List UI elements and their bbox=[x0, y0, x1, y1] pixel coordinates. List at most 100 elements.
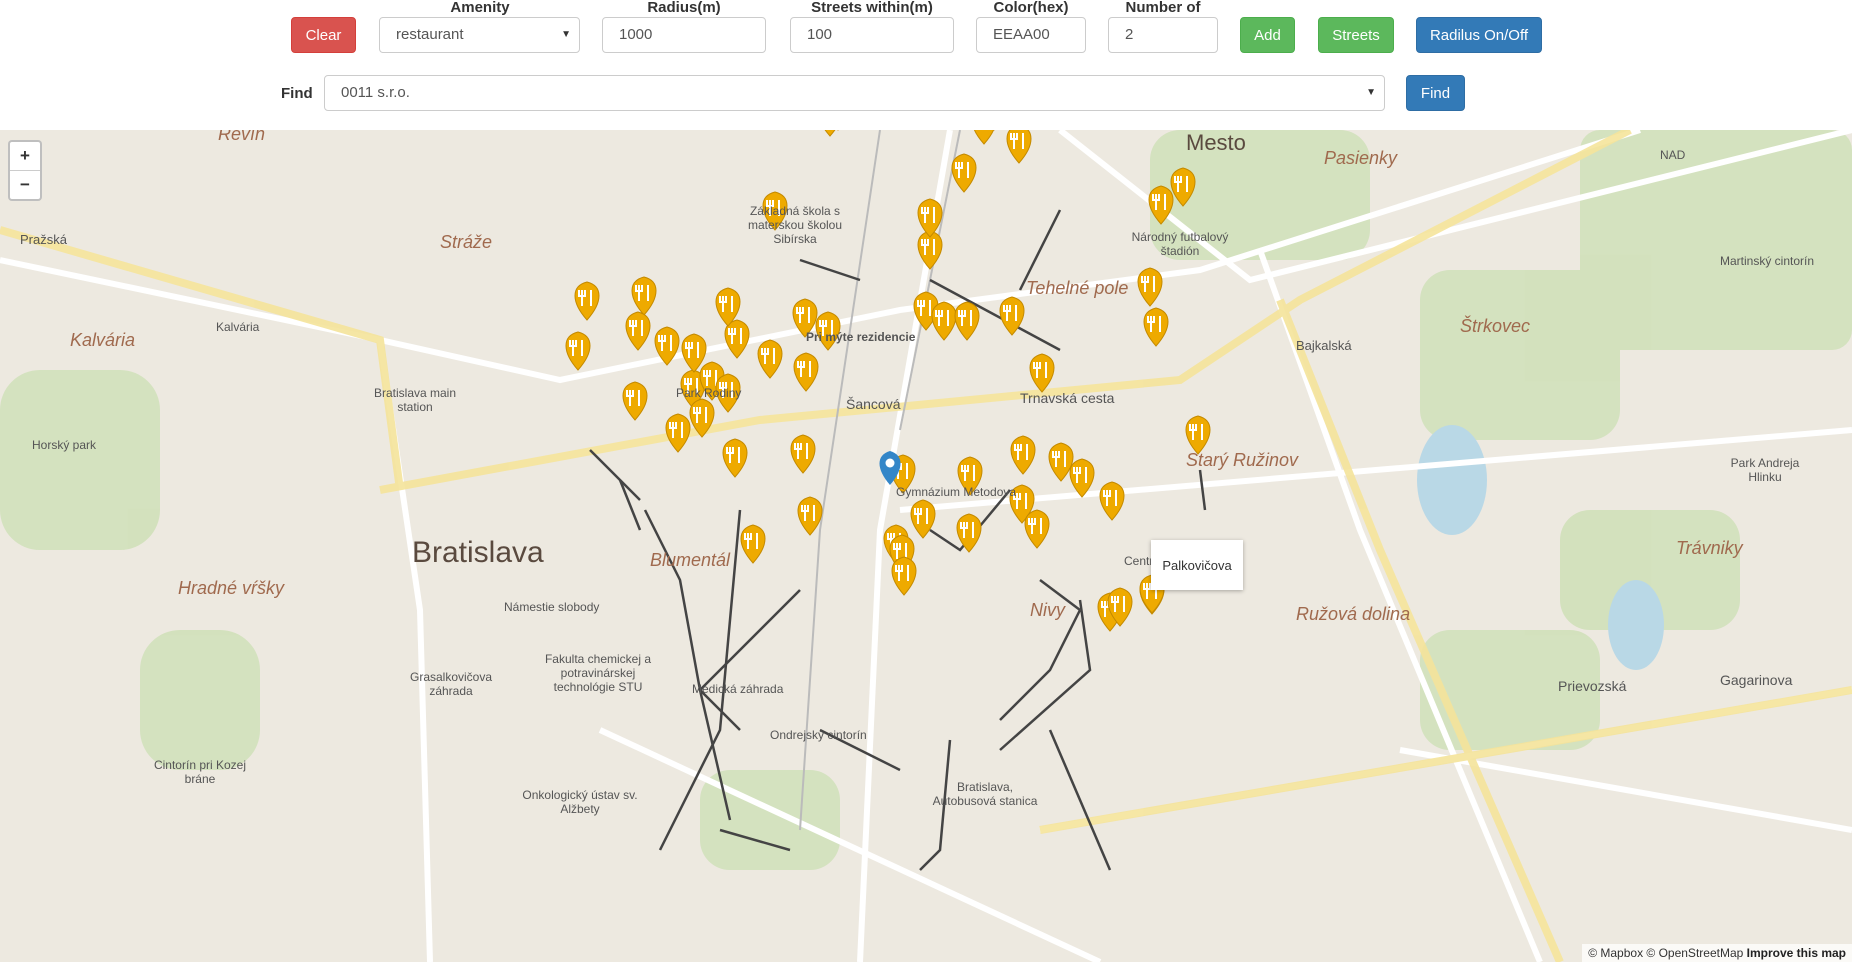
restaurant-marker-icon[interactable] bbox=[797, 496, 823, 536]
map-label-travniky: Trávniky bbox=[1676, 538, 1743, 558]
map-label-park-rodiny: Park Rodiny bbox=[676, 386, 742, 400]
restaurant-marker-icon[interactable] bbox=[1048, 442, 1074, 482]
map-label-cintorin-kozej: Cintorín pri Kozej bráne bbox=[153, 758, 247, 786]
improve-map-link[interactable]: Improve this map bbox=[1747, 946, 1846, 960]
attribution-text: © Mapbox © OpenStreetMap bbox=[1588, 946, 1744, 960]
map-label-bajkalska: Bajkalská bbox=[1296, 338, 1352, 353]
map-label-nivy: Nivy bbox=[1030, 600, 1065, 620]
radius-input[interactable]: 1000 bbox=[602, 17, 766, 53]
map-label-medicka: Medická záhrada bbox=[692, 682, 784, 696]
restaurant-marker-icon[interactable] bbox=[1010, 435, 1036, 475]
zoom-control: + − bbox=[8, 140, 42, 201]
streets-within-label: Streets within(m) bbox=[811, 0, 933, 16]
map-label-nad: NAD bbox=[1660, 148, 1686, 162]
restaurant-marker-icon[interactable] bbox=[1024, 509, 1050, 549]
map-label-fakulta: Fakulta chemickej a potravinárskej techn… bbox=[544, 652, 652, 694]
map-label-onkologicky: Onkologický ústav sv. Alžbety bbox=[522, 788, 638, 816]
map-label-autobusova: Bratislava, Autobusová stanica bbox=[932, 780, 1038, 808]
find-select-value: 0011 s.r.o. bbox=[341, 84, 410, 101]
chevron-down-icon: ▼ bbox=[561, 29, 571, 40]
map-label-prazska: Pražská bbox=[20, 232, 67, 247]
restaurant-marker-icon[interactable] bbox=[818, 130, 842, 137]
map-label-blumental: Blumentál bbox=[650, 550, 731, 570]
streets-within-input[interactable]: 100 bbox=[790, 17, 954, 53]
number-of-label: Number of bbox=[1125, 0, 1201, 16]
restaurant-marker-icon[interactable] bbox=[1029, 353, 1055, 393]
map-label-main-station: Bratislava main station bbox=[373, 386, 457, 414]
map-label-pri-myte: Pri mýte rezidencie bbox=[806, 330, 916, 344]
restaurant-marker-icon[interactable] bbox=[1099, 481, 1125, 521]
find-select[interactable]: 0011 s.r.o. ▼ bbox=[324, 75, 1385, 111]
color-label: Color(hex) bbox=[993, 0, 1069, 16]
add-button[interactable]: Add bbox=[1240, 17, 1295, 53]
color-input[interactable]: EEAA00 bbox=[976, 17, 1086, 53]
map-label-namestie-slobody: Námestie slobody bbox=[504, 600, 600, 614]
chevron-down-icon: ▼ bbox=[1366, 87, 1376, 98]
map-label-mesto: Mesto bbox=[1186, 130, 1246, 155]
restaurant-marker-icon[interactable] bbox=[625, 311, 651, 351]
restaurant-marker-icon[interactable] bbox=[931, 301, 957, 341]
map-label-futbalovy: Národný futbalový štadión bbox=[1131, 230, 1229, 258]
map-label-hradne-vrsky: Hradné vŕšky bbox=[178, 578, 285, 598]
restaurant-marker-icon[interactable] bbox=[1185, 415, 1211, 455]
restaurant-marker-icon[interactable] bbox=[793, 352, 819, 392]
restaurant-marker-icon[interactable] bbox=[681, 333, 707, 373]
restaurant-marker-icon[interactable] bbox=[574, 281, 600, 321]
zoom-out-button[interactable]: − bbox=[10, 171, 40, 199]
map-label-sancova: Šancová bbox=[846, 396, 901, 412]
map-label-prievozska: Prievozská bbox=[1558, 678, 1627, 694]
map-label-stary-ruzinov: Starý Ružinov bbox=[1186, 450, 1299, 470]
map-layer bbox=[0, 130, 1852, 962]
restaurant-marker-icon[interactable] bbox=[891, 556, 917, 596]
map-label-trnavska-cesta: Trnavská cesta bbox=[1020, 390, 1115, 406]
map-label-ruzova-dolina: Ružová dolina bbox=[1296, 604, 1411, 624]
map-canvas[interactable]: Mesto Pasienky Revín Stráže Kalvária Bra… bbox=[0, 130, 1852, 962]
map-label-straze: Stráže bbox=[440, 232, 493, 252]
map-label-bratislava: Bratislava bbox=[412, 536, 544, 569]
restaurant-marker-icon[interactable] bbox=[565, 331, 591, 371]
restaurant-marker-icon[interactable] bbox=[951, 153, 977, 193]
map-label-ondrejsky: Ondrejský cintorín bbox=[770, 728, 867, 742]
clear-button[interactable]: Clear bbox=[291, 17, 356, 53]
control-toolbar: Clear Amenity restaurant ▼ Radius(m) 100… bbox=[0, 0, 1852, 130]
restaurant-marker-icon[interactable] bbox=[1137, 267, 1163, 307]
map-label-zakladna-skola: Základná škola s materskou školou Sibírs… bbox=[747, 204, 843, 246]
restaurant-marker-icon[interactable] bbox=[1143, 307, 1169, 347]
zoom-in-button[interactable]: + bbox=[10, 142, 40, 171]
amenity-select[interactable]: restaurant ▼ bbox=[379, 17, 580, 53]
restaurant-marker-icon[interactable] bbox=[917, 198, 943, 238]
amenity-select-value: restaurant bbox=[396, 26, 464, 43]
restaurant-marker-icon[interactable] bbox=[665, 413, 691, 453]
restaurant-marker-icon[interactable] bbox=[622, 381, 648, 421]
map-label-pasienky: Pasienky bbox=[1324, 148, 1398, 168]
radius-label: Radius(m) bbox=[647, 0, 721, 16]
restaurant-marker-icon[interactable] bbox=[790, 434, 816, 474]
restaurant-marker-icon[interactable] bbox=[972, 130, 996, 145]
restaurant-marker-icon[interactable] bbox=[954, 301, 980, 341]
restaurant-marker-icon[interactable] bbox=[1006, 130, 1032, 164]
map-label-strkovec: Štrkovec bbox=[1460, 316, 1531, 336]
amenity-label: Amenity bbox=[450, 0, 510, 16]
restaurant-marker-icon[interactable] bbox=[757, 339, 783, 379]
map-label-kalvaria: Kalvária bbox=[70, 330, 136, 350]
streets-button[interactable]: Streets bbox=[1318, 17, 1394, 53]
find-label: Find bbox=[281, 85, 313, 102]
map-attribution: © Mapbox © OpenStreetMap Improve this ma… bbox=[1582, 944, 1852, 962]
map-label-martinsky: Martinský cintorín bbox=[1720, 254, 1815, 268]
map-label-kalvaria-poi: Kalvária bbox=[216, 320, 260, 334]
map-label-grasalkovicova: Grasalkovičova záhrada bbox=[409, 670, 493, 698]
restaurant-marker-icon[interactable] bbox=[722, 438, 748, 478]
find-button[interactable]: Find bbox=[1406, 75, 1465, 111]
restaurant-marker-icon[interactable] bbox=[631, 276, 657, 316]
map-label-revin: Revín bbox=[218, 130, 266, 144]
map-label-park-hlinku: Park Andreja Hlinku bbox=[1730, 456, 1800, 484]
restaurant-marker-icon[interactable] bbox=[740, 524, 766, 564]
restaurant-marker-icon[interactable] bbox=[956, 513, 982, 553]
map-label-gagarinova: Gagarinova bbox=[1720, 672, 1793, 688]
street-tooltip: Palkovičova bbox=[1151, 540, 1243, 590]
map-label-gymnazium: Gymnázium Metodova bbox=[896, 485, 1017, 499]
radius-toggle-button[interactable]: Radilus On/Off bbox=[1416, 17, 1542, 53]
map-label-tehelne-pole: Tehelné pole bbox=[1026, 278, 1129, 298]
map-label-horsky-park: Horský park bbox=[32, 438, 97, 452]
number-of-input[interactable]: 2 bbox=[1108, 17, 1218, 53]
